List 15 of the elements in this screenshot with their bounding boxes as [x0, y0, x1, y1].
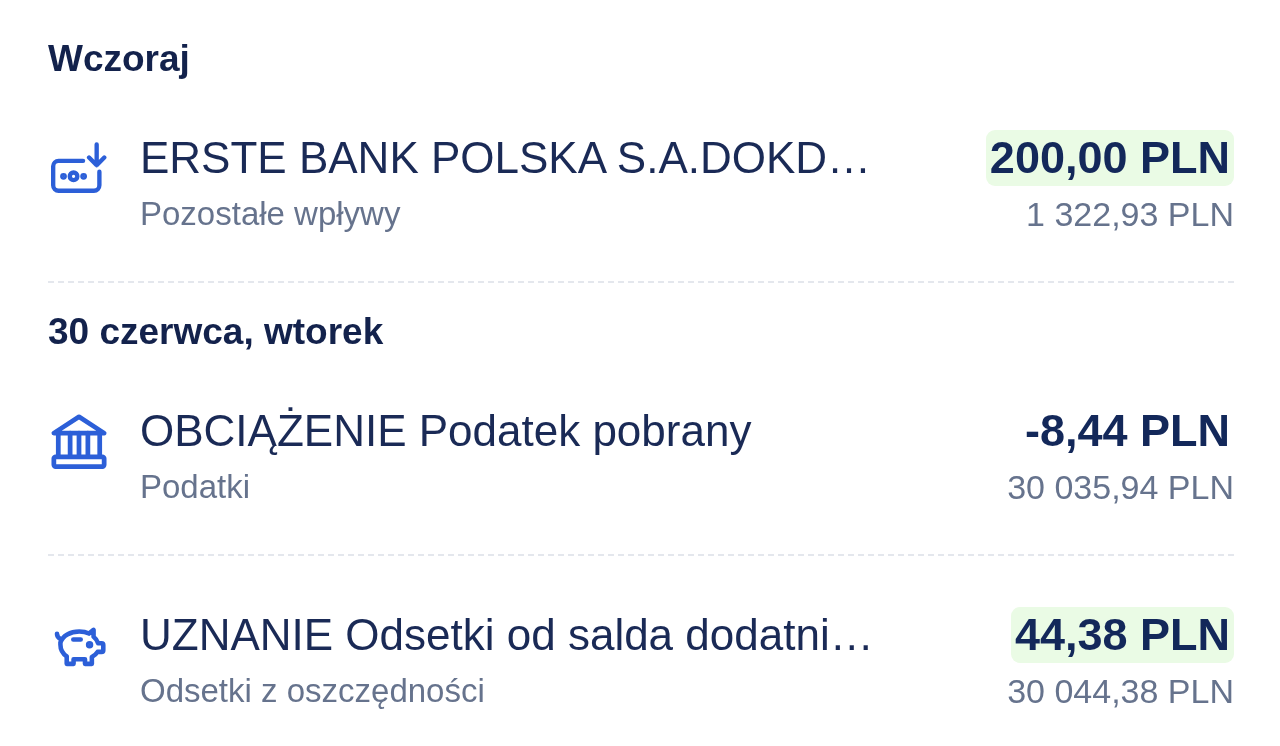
transaction-title: ERSTE BANK POLSKA S.A.DOKD… [140, 134, 872, 182]
transaction-title: UZNANIE Odsetki od salda dodatni… [140, 611, 874, 659]
balance-after: 1 322,93 PLN [1026, 194, 1234, 234]
date-heading: Wczoraj [48, 39, 190, 79]
transaction-category: Podatki [140, 467, 251, 507]
balance-after: 30 035,94 PLN [1007, 467, 1234, 507]
transaction-title: OBCIĄŻENIE Podatek pobrany [140, 407, 752, 455]
transaction-amount: 200,00 PLN [985, 130, 1234, 186]
transaction-category: Odsetki z oszczędności [140, 671, 485, 711]
transaction-amount: -8,44 PLN [1023, 404, 1231, 458]
bank-building-icon [50, 413, 108, 471]
transaction-category: Pozostałe wpływy [140, 194, 401, 234]
transaction-amount: 44,38 PLN [1010, 607, 1234, 663]
date-heading: 30 czerwca, wtorek [48, 312, 384, 352]
balance-after: 30 044,38 PLN [1007, 671, 1234, 711]
